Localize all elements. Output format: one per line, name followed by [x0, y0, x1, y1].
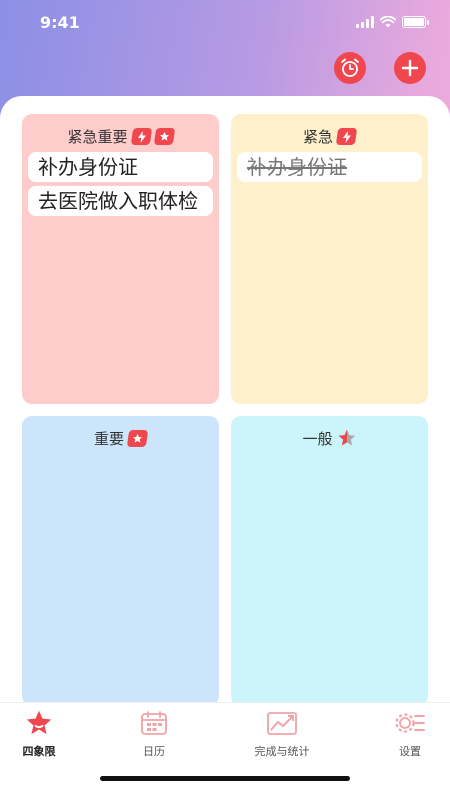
alarm-clock-icon [341, 58, 359, 77]
calendar-icon [141, 711, 167, 735]
star-badge-icon [153, 127, 175, 145]
lightning-icon [130, 127, 152, 145]
quadrant-title: 紧急重要 [67, 127, 128, 146]
tab-bar: 四象限 日历 完成与统计 设置 [0, 702, 450, 800]
quadrant-urgent[interactable]: 紧急 补办身份证 [231, 114, 428, 404]
task-item-completed[interactable]: 补办身份证 [237, 152, 422, 182]
tab-quadrants[interactable]: 四象限 [0, 709, 89, 759]
quadrant-normal[interactable]: 一般 [231, 416, 428, 706]
tab-calendar[interactable]: 日历 [104, 709, 204, 759]
settings-icon [395, 713, 425, 733]
star-icon [26, 710, 52, 735]
home-indicator [100, 776, 350, 781]
quadrant-title: 一般 [302, 429, 333, 448]
lightning-icon [335, 127, 358, 145]
status-icons [356, 16, 429, 28]
add-task-button[interactable] [394, 52, 426, 84]
quadrant-header: 一般 [231, 426, 428, 450]
status-bar: 9:41 [0, 0, 450, 44]
task-item[interactable]: 去医院做入职体检 [28, 186, 213, 216]
signal-icon [356, 16, 374, 28]
quadrant-urgent-important[interactable]: 紧急重要 补办身份证 去医院做入职体检 [22, 114, 219, 404]
tab-settings[interactable]: 设置 [360, 709, 450, 759]
alarm-button[interactable] [334, 52, 366, 84]
half-star-icon [338, 429, 355, 446]
tab-label: 完成与统计 [254, 745, 310, 758]
quadrant-title: 重要 [93, 429, 124, 448]
wifi-icon [380, 16, 396, 28]
quadrant-title: 紧急 [302, 127, 333, 146]
plus-icon [401, 59, 419, 77]
chart-icon [267, 712, 297, 735]
status-time: 9:41 [40, 12, 80, 32]
tab-label: 设置 [399, 745, 421, 758]
quadrant-header: 重要 [22, 426, 219, 450]
battery-icon [402, 16, 429, 28]
tab-label: 四象限 [22, 745, 56, 758]
top-actions [334, 52, 426, 84]
star-badge-icon [126, 429, 149, 447]
task-item[interactable]: 补办身份证 [28, 152, 213, 182]
tab-label: 日历 [143, 745, 165, 758]
quadrant-header: 紧急重要 [22, 124, 219, 148]
quadrant-important[interactable]: 重要 [22, 416, 219, 706]
quadrant-sheet: 紧急重要 补办身份证 去医院做入职体检 紧急 补办身份证 重要 一般 [0, 96, 450, 800]
quadrant-header: 紧急 [231, 124, 428, 148]
tab-stats[interactable]: 完成与统计 [232, 709, 332, 759]
